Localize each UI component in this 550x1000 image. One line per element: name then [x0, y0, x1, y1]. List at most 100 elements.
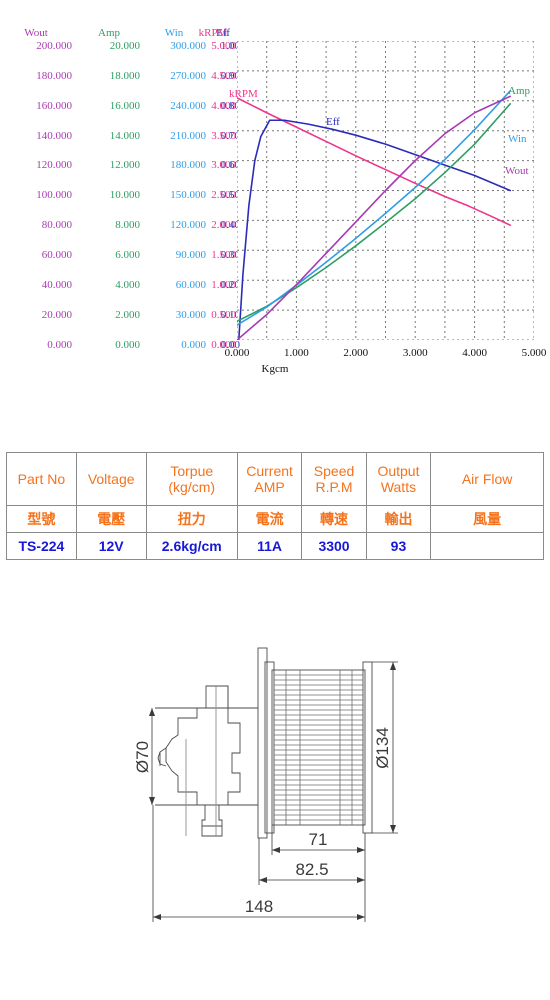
motor-connector	[201, 805, 223, 837]
blower-blades	[274, 674, 363, 821]
axis-tick-amp: 4.000	[115, 278, 140, 291]
axis-column-wout: Wout 200.000 180.000 160.000 140.000 120.000…	[0, 27, 72, 351]
header-line: R.P.M	[315, 479, 353, 495]
axis-tick-krpm: 1.500	[211, 248, 236, 261]
axis-tick-krpm: 1.000	[211, 278, 236, 291]
value-cell: 2.6kg/cm	[145, 532, 238, 560]
axis-tick-win: 210.000	[170, 129, 206, 142]
x-axis-title: Kgcm	[261, 363, 289, 375]
value-cell: TS-224	[6, 532, 77, 560]
axis-tick-amp: 0.000	[115, 338, 140, 351]
axis-tick-krpm: 4.000	[211, 99, 236, 112]
table-row-header-en: Part No Voltage Torpue (kg/cm) Current AMP Spe…	[6, 452, 544, 506]
axis-tick-win: 120.000	[170, 219, 206, 232]
axis-tick-wout: 180.000	[36, 69, 72, 82]
header-line: Output	[377, 462, 420, 479]
dim-label-d134: Ø134	[373, 727, 392, 769]
header-cell-en: Air Flow	[430, 452, 544, 506]
x-tick-label: 1.000	[284, 347, 309, 359]
dim-label-d70: Ø70	[133, 741, 152, 773]
header-cell-en: Part No	[6, 452, 77, 506]
axis-tick-wout: 40.000	[41, 278, 72, 291]
axis-tick-amp: 10.000	[109, 189, 140, 202]
axis-header-krpm: kRPM	[198, 27, 228, 39]
blower-cage-struts	[285, 670, 353, 825]
header-cell-en: Torpue (kg/cm)	[145, 452, 238, 506]
header-line: Watts	[380, 479, 417, 495]
header-cell-en: Output Watts	[365, 452, 432, 506]
curve-label-eff: Eff	[326, 116, 340, 128]
header-cell-cn: 風量	[430, 505, 544, 533]
axis-tick-wout: 140.000	[36, 129, 72, 142]
motor-top-boss	[205, 685, 229, 708]
header-cell-cn: 轉速	[301, 505, 367, 533]
value-cell	[430, 532, 544, 560]
drawing-svg: Ø70 Ø134 71 82.5 148	[133, 647, 398, 922]
axis-tick-amp: 20.000	[109, 40, 140, 52]
axis-tick-krpm: 2.500	[211, 189, 236, 202]
axis-tick-wout: 160.000	[36, 99, 72, 112]
header-cell-en: Voltage	[75, 452, 147, 506]
header-line: (kg/cm)	[168, 479, 216, 495]
axis-tick-win: 180.000	[170, 159, 206, 172]
axis-tick-win: 150.000	[170, 189, 206, 202]
axis-tick-amp: 14.000	[109, 129, 140, 142]
x-tick-label: 5.000	[521, 347, 547, 359]
performance-chart: Wout 200.000 180.000 160.000 140.000 120.000…	[0, 0, 550, 400]
axis-tick-win: 0.000	[181, 338, 206, 351]
x-tick-label: 4.000	[462, 347, 487, 359]
blower-left-ring	[264, 661, 275, 834]
axis-tick-krpm: 3.500	[211, 129, 236, 142]
curve-label-krpm: kRPM	[229, 88, 258, 100]
axis-tick-amp: 2.000	[115, 308, 140, 321]
header-line: AMP	[254, 479, 285, 495]
axis-tick-amp: 8.000	[115, 219, 140, 232]
table-row-header-cn: 型號 電壓 扭力 電流 轉速 輸出 風量	[6, 505, 544, 533]
axis-tick-amp: 12.000	[109, 159, 140, 172]
axis-tick-krpm: 5.000	[211, 40, 236, 52]
value-cell: 3300	[301, 532, 367, 560]
dim-label-71: 71	[309, 830, 328, 849]
axis-tick-krpm: 4.500	[211, 69, 236, 82]
motor-nose	[157, 747, 167, 767]
curve-label-win: Win	[508, 133, 527, 145]
header-line: Air Flow	[461, 470, 513, 487]
blower-right-ring	[362, 661, 373, 834]
header-line: Part No	[17, 470, 66, 487]
axis-header-wout: Wout	[24, 27, 48, 39]
axis-tick-wout: 80.000	[41, 219, 72, 232]
axis-tick-krpm: 3.000	[211, 159, 236, 172]
axis-tick-win: 60.000	[175, 278, 206, 291]
axis-tick-win: 240.000	[170, 99, 206, 112]
header-line: Torpue	[170, 462, 214, 479]
header-cell-cn: 型號	[6, 505, 77, 533]
dim-label-148: 148	[245, 897, 273, 916]
header-line: Speed	[313, 462, 355, 479]
header-line: Current	[246, 462, 293, 479]
table-row-values: TS-224 12V 2.6kg/cm 11A 3300 93	[6, 532, 544, 560]
axis-tick-krpm: 0.500	[211, 308, 236, 321]
axis-tick-win: 30.000	[175, 308, 206, 321]
flange-plate	[257, 647, 268, 839]
axis-tick-wout: 0.000	[47, 338, 72, 351]
x-tick-label: 3.000	[402, 347, 428, 359]
axis-tick-amp: 16.000	[109, 99, 140, 112]
axis-tick-wout: 100.000	[36, 189, 72, 202]
header-line: Voltage	[87, 470, 135, 487]
header-cell-cn: 輸出	[365, 505, 432, 533]
axis-tick-wout: 200.000	[36, 40, 72, 52]
header-cell-en: Current AMP	[236, 452, 303, 506]
axis-column-krpm: kRPM 5.000 4.500 4.000 3.500 3.000 2.500 2.000…	[190, 27, 236, 351]
x-tick-label: 2.000	[343, 347, 369, 359]
value-cell: 11A	[236, 532, 303, 560]
curve-label-wout: Wout	[505, 165, 529, 177]
axis-tick-amp: 18.000	[109, 69, 140, 82]
header-cell-en: Speed R.P.M	[301, 452, 367, 506]
axis-tick-wout: 60.000	[41, 248, 72, 261]
axis-tick-win: 90.000	[175, 248, 206, 261]
specification-table: Part No Voltage Torpue (kg/cm) Current AMP Spe…	[6, 452, 544, 560]
header-cell-cn: 電流	[236, 505, 303, 533]
header-cell-cn: 扭力	[145, 505, 238, 533]
axis-tick-win: 270.000	[170, 69, 206, 82]
axis-tick-wout: 20.000	[41, 308, 72, 321]
